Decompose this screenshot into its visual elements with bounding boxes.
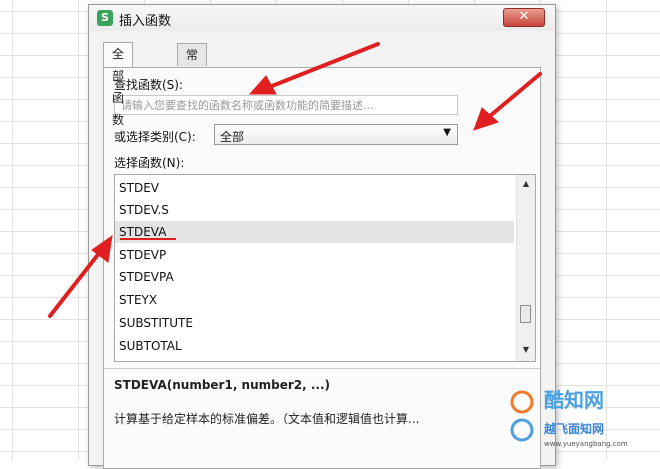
watermark-logo-icon [510,390,534,442]
function-syntax: STDEVA(number1, number2, ...) [114,378,331,392]
tab-panel: 查找函数(S): 请输入您要查找的函数名称或函数功能的简要描述... 或选择类别… [103,67,541,469]
function-item[interactable]: STDEVP [115,244,514,266]
function-item[interactable]: STDEV [115,177,514,199]
scroll-down-arrow-icon[interactable]: ▼ [521,345,531,357]
list-scrollbar[interactable]: ▲ ▼ [516,175,535,361]
close-button[interactable]: ✕ [503,8,545,27]
function-item[interactable]: STEYX [115,289,514,311]
scroll-up-arrow-icon[interactable]: ▲ [521,179,531,191]
site-watermark: 酷知网 越飞面知网 www.yueyangbang.com [500,384,660,460]
category-label: 或选择类别(C): [114,130,196,144]
function-list-label: 选择函数(N): [114,156,185,170]
category-value: 全部 [220,130,245,144]
dropdown-arrow-icon: ▼ [443,127,451,138]
function-item[interactable]: STDEV.S [115,199,514,221]
function-item[interactable]: SUBSTITUTE [115,312,514,334]
search-input[interactable]: 请输入您要查找的函数名称或函数功能的简要描述... [114,95,458,115]
scroll-thumb[interactable] [520,305,531,323]
function-list[interactable]: STDEV STDEV.S STDEVA STDEVP STDEVPA STEY… [114,174,536,362]
dialog-title: 插入函数 [119,14,172,29]
watermark-url: www.yueyangbang.com [544,440,628,448]
function-item[interactable]: STDEVPA [115,266,514,288]
tab-all-functions[interactable]: 全部函数 [103,42,134,127]
dialog-titlebar[interactable]: S 插入函数 ✕ [89,5,555,31]
watermark-subtitle: 越飞面知网 [544,422,605,436]
search-label: 查找函数(S): [114,78,184,92]
wps-app-icon: S [97,10,113,26]
watermark-title: 酷知网 [544,388,604,412]
function-item[interactable]: SUBTOTAL [115,335,514,357]
category-select[interactable]: 全部 ▼ [214,124,458,145]
function-description: 计算基于给定样本的标准偏差。（文本值和逻辑值也计算... [114,412,420,426]
divider [104,368,540,369]
annotation-underline [120,238,176,240]
tab-common-formulas[interactable]: 常用公式 [177,43,208,128]
insert-function-dialog: S 插入函数 ✕ 全部函数 常用公式 查找函数(S): 请输入您要查找的函数名称… [88,4,556,469]
